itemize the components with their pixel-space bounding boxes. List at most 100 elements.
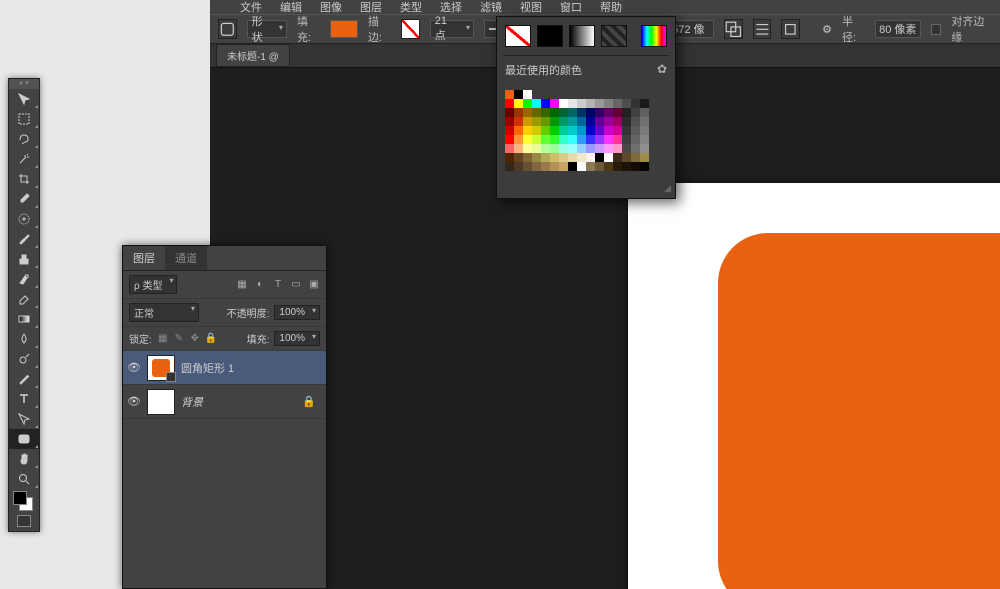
color-swatch[interactable] (640, 153, 649, 162)
color-swatch[interactable] (586, 117, 595, 126)
resize-handle-icon[interactable]: ◢ (497, 183, 675, 198)
color-swatch[interactable] (595, 162, 604, 171)
no-color-swatch[interactable] (505, 25, 531, 47)
menu-item[interactable]: 窗口 (560, 0, 582, 15)
color-swatch[interactable] (577, 144, 586, 153)
solid-color-swatch[interactable] (537, 25, 563, 47)
pattern-swatch[interactable] (601, 25, 627, 47)
layer-thumbnail[interactable] (147, 355, 175, 381)
visibility-eye-icon[interactable]: 👁 (127, 361, 141, 374)
color-swatch[interactable] (505, 126, 514, 135)
layer-item[interactable]: 👁 圆角矩形 1 (123, 351, 326, 385)
opacity-input[interactable]: 100% (274, 305, 320, 320)
crop-tool[interactable] (9, 169, 39, 189)
color-swatch[interactable] (532, 126, 541, 135)
foreground-background-colors[interactable] (9, 489, 39, 515)
color-swatch[interactable] (550, 108, 559, 117)
color-swatch[interactable] (505, 90, 514, 99)
color-swatch[interactable] (514, 135, 523, 144)
color-swatch[interactable] (586, 162, 595, 171)
color-swatch[interactable] (532, 108, 541, 117)
color-swatch[interactable] (577, 99, 586, 108)
color-swatch[interactable] (604, 144, 613, 153)
color-swatch[interactable] (613, 162, 622, 171)
stroke-width-input[interactable]: 21 点 (430, 20, 474, 38)
color-swatch[interactable] (613, 153, 622, 162)
color-swatch[interactable] (586, 144, 595, 153)
color-swatch[interactable] (532, 144, 541, 153)
color-swatch[interactable] (631, 108, 640, 117)
color-swatch[interactable] (505, 108, 514, 117)
color-swatch[interactable] (613, 99, 622, 108)
shape-tool-icon[interactable] (218, 19, 237, 39)
color-swatch[interactable] (577, 153, 586, 162)
color-swatch[interactable] (604, 117, 613, 126)
pen-tool[interactable] (9, 369, 39, 389)
eyedrop-tool[interactable] (9, 189, 39, 209)
color-swatch[interactable] (523, 108, 532, 117)
color-swatch[interactable] (577, 126, 586, 135)
color-swatch[interactable] (568, 162, 577, 171)
color-swatch[interactable] (604, 135, 613, 144)
tools-panel-grip[interactable]: « × (9, 79, 39, 89)
gear-icon[interactable]: ⚙ (822, 23, 832, 36)
visibility-eye-icon[interactable]: 👁 (127, 395, 141, 408)
color-swatch[interactable] (595, 126, 604, 135)
color-swatch[interactable] (622, 162, 631, 171)
pathops-icon[interactable] (724, 19, 743, 39)
color-swatch[interactable] (559, 117, 568, 126)
menu-item[interactable]: 选择 (440, 0, 462, 15)
move-tool[interactable] (9, 89, 39, 109)
color-swatch[interactable] (631, 117, 640, 126)
color-swatch[interactable] (577, 135, 586, 144)
history-tool[interactable] (9, 269, 39, 289)
color-swatch[interactable] (568, 117, 577, 126)
color-swatch[interactable] (568, 135, 577, 144)
color-swatch[interactable] (640, 99, 649, 108)
quick-mask-icon[interactable] (9, 515, 39, 531)
layer-thumbnail[interactable] (147, 389, 175, 415)
color-swatch[interactable] (532, 117, 541, 126)
marquee-tool[interactable] (9, 109, 39, 129)
color-swatch[interactable] (622, 153, 631, 162)
color-swatch[interactable] (559, 126, 568, 135)
document-tab[interactable]: 未标题-1 @ (216, 44, 290, 67)
color-swatch[interactable] (514, 144, 523, 153)
color-swatch[interactable] (514, 108, 523, 117)
gradient-swatch[interactable] (569, 25, 595, 47)
popup-gear-icon[interactable]: ✿ (657, 62, 667, 78)
color-swatch[interactable] (640, 126, 649, 135)
eraser-tool[interactable] (9, 289, 39, 309)
color-swatch[interactable] (622, 99, 631, 108)
color-swatch[interactable] (631, 153, 640, 162)
color-swatch[interactable] (532, 162, 541, 171)
color-swatch[interactable] (532, 135, 541, 144)
rect-tool[interactable] (9, 429, 39, 449)
menu-item[interactable]: 视图 (520, 0, 542, 15)
color-swatch[interactable] (505, 162, 514, 171)
lasso-tool[interactable] (9, 129, 39, 149)
color-swatch[interactable] (577, 108, 586, 117)
color-swatch[interactable] (550, 144, 559, 153)
color-swatch[interactable] (559, 135, 568, 144)
color-swatch[interactable] (595, 99, 604, 108)
color-picker-button[interactable] (641, 25, 667, 47)
color-swatch[interactable] (541, 135, 550, 144)
channels-tab[interactable]: 通道 (165, 246, 207, 270)
layers-tab[interactable]: 图层 (123, 246, 165, 270)
color-swatch[interactable] (505, 99, 514, 108)
color-swatch[interactable] (640, 162, 649, 171)
color-swatch[interactable] (541, 162, 550, 171)
color-swatch[interactable] (604, 99, 613, 108)
color-swatch[interactable] (505, 135, 514, 144)
zoom-tool[interactable] (9, 469, 39, 489)
color-swatch[interactable] (523, 117, 532, 126)
color-swatch[interactable] (550, 117, 559, 126)
color-swatch[interactable] (613, 117, 622, 126)
color-swatch[interactable] (586, 135, 595, 144)
color-swatch[interactable] (631, 162, 640, 171)
align-icon[interactable] (753, 19, 772, 39)
color-swatch[interactable] (523, 99, 532, 108)
color-swatch[interactable] (514, 99, 523, 108)
layer-item[interactable]: 👁 背景 🔒 (123, 385, 326, 419)
